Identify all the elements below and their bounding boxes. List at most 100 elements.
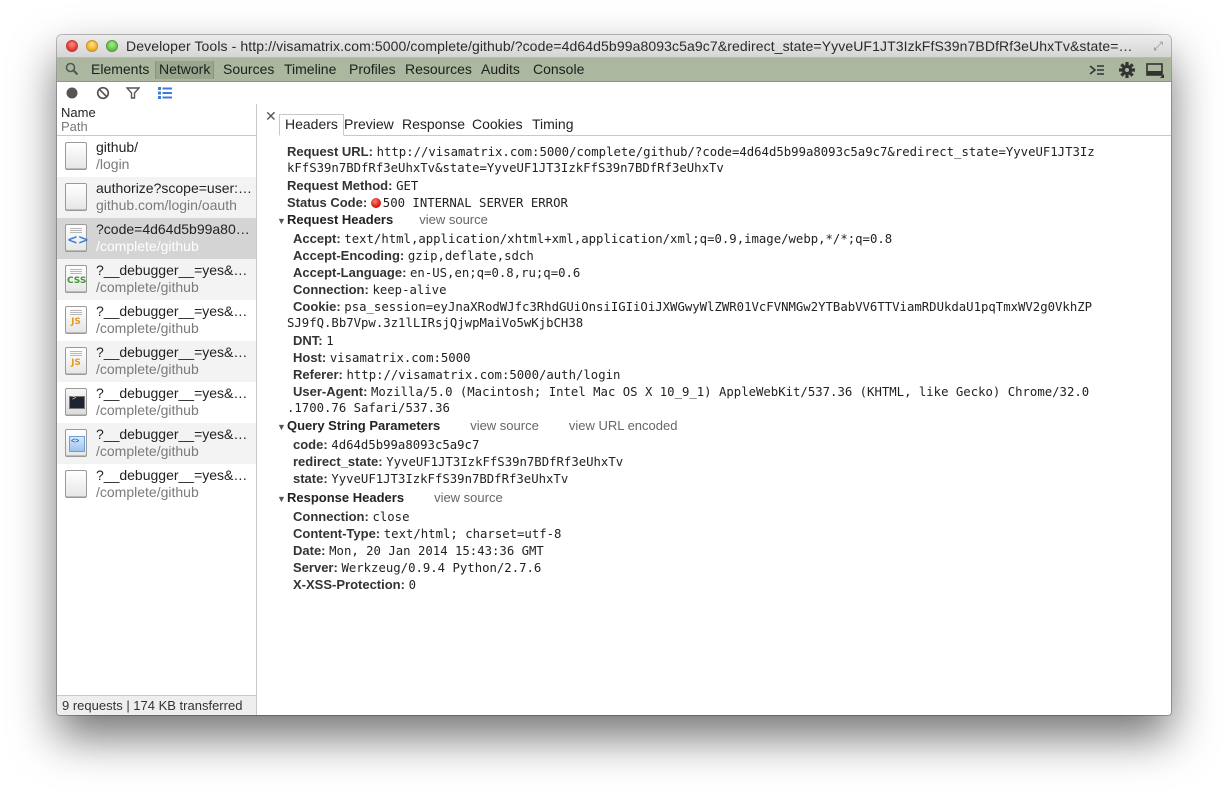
css-file-icon: CSS (65, 265, 87, 293)
tab-cookies[interactable]: Cookies (467, 115, 528, 135)
request-row[interactable]: CSS ?__debugger__=yes&cmd=resource&f=sty… (57, 259, 256, 300)
header-key: Status Code: (287, 195, 368, 210)
tab-console[interactable]: Console (530, 61, 587, 79)
fullscreen-icon[interactable]: ⤢ (1151, 39, 1165, 53)
request-row[interactable]: ?__debugger__=yes&cmd=resource&f=source.… (57, 423, 256, 464)
param-row: redirect_state: YyveUF1JT3IzkFfS39n7BDfR… (293, 454, 623, 469)
blank-file-icon (65, 470, 87, 498)
tab-headers[interactable]: Headers (279, 114, 344, 136)
param-value: 4d64d5b99a8093c5a9c7 (331, 438, 480, 452)
tab-timing[interactable]: Timing (527, 115, 579, 135)
request-row[interactable]: JS ?__debugger__=yes&cmd=resource&f=jque… (57, 300, 256, 341)
request-row[interactable]: ?__debugger__=yes&cmd=resource&f=console… (57, 382, 256, 423)
detail-tabs: Headers Preview Response Cookies Timing (279, 113, 1171, 136)
view-source-link[interactable]: view source (470, 418, 539, 433)
view-url-encoded-link[interactable]: view URL encoded (569, 418, 678, 433)
minimize-window-button[interactable] (86, 40, 98, 52)
query-params-section[interactable]: ▼Query String Parameters view source view … (277, 418, 677, 433)
tab-profiles[interactable]: Profiles (346, 61, 399, 79)
tab-response[interactable]: Response (397, 115, 470, 135)
clear-icon[interactable] (96, 86, 110, 100)
close-detail-icon[interactable]: ✕ (265, 108, 277, 125)
close-window-button[interactable] (66, 40, 78, 52)
zoom-window-button[interactable] (106, 40, 118, 52)
view-source-link[interactable]: view source (434, 490, 503, 505)
header-row: Connection: close (293, 509, 409, 524)
param-key: state: (293, 471, 328, 486)
request-path: /complete/github (96, 443, 199, 459)
status-code-value: 500 INTERNAL SERVER ERROR (382, 196, 568, 210)
html-file-icon: <> (65, 224, 89, 252)
request-method-value: GET (396, 179, 419, 193)
request-url-value: http://visamatrix.com:5000/complete/gith… (376, 145, 1095, 159)
search-icon[interactable] (65, 62, 79, 76)
disclosure-triangle-icon[interactable]: ▼ (277, 494, 287, 504)
column-path-label: Path (61, 119, 88, 134)
header-row: User-Agent: Mozilla/5.0 (Macintosh; Inte… (293, 384, 1089, 399)
header-value: text/html; charset=utf-8 (383, 527, 562, 541)
header-value: en-US,en;q=0.8,ru;q=0.6 (410, 266, 581, 280)
view-source-link[interactable]: view source (419, 212, 488, 227)
header-value: Mon, 20 Jan 2014 15:43:36 GMT (329, 544, 544, 558)
header-value-cont: SJ9fQ.Bb7Vpw.3z1lLIRsjQjwpMaiVo5wKjbCH38 (287, 316, 584, 330)
request-row[interactable]: JS ?__debugger__=yes&cmd=resource&f=debu… (57, 341, 256, 382)
request-row[interactable]: authorize?scope=user:email&state=... git… (57, 177, 256, 218)
settings-gear-icon[interactable] (1118, 62, 1136, 78)
request-row-selected[interactable]: <> ?code=4d64d5b99a8093c5a9c7&... /compl… (57, 218, 256, 259)
request-name: ?__debugger__=yes&cmd=resource&f=source.… (96, 426, 254, 442)
request-path: /complete/github (96, 320, 199, 336)
tab-sources[interactable]: Sources (220, 61, 277, 79)
request-path: /complete/github (96, 279, 199, 295)
tab-timeline[interactable]: Timeline (281, 61, 339, 79)
param-row: state: YyveUF1JT3IzkFfS39n7BDfRf3eUhxTv (293, 471, 568, 486)
tab-resources[interactable]: Resources (402, 61, 475, 79)
request-headers-section[interactable]: ▼Request Headers view source (277, 212, 488, 227)
request-row[interactable]: github/ /login (57, 136, 256, 177)
disclosure-triangle-icon[interactable]: ▼ (277, 216, 287, 226)
header-key: Content-Type: (293, 526, 381, 541)
tab-network[interactable]: Network (155, 61, 215, 79)
record-icon[interactable] (65, 86, 79, 100)
disclosure-triangle-icon[interactable]: ▼ (277, 422, 287, 432)
status-code-row: Status Code: 500 INTERNAL SERVER ERROR (287, 195, 568, 210)
header-row: Server: Werkzeug/0.9.4 Python/2.7.6 (293, 560, 541, 575)
request-url-value-cont: kFfS39n7BDfRf3eUhxTv&state=YyveUF1JT3Izk… (287, 161, 724, 175)
header-value: http://visamatrix.com:5000/auth/login (346, 368, 621, 382)
request-name: ?__debugger__=yes&cmd=resource&f=debugge… (96, 344, 254, 360)
header-row: Cookie: psa_session=eyJnaXRodWJfc3RhdGUi… (293, 299, 1092, 314)
request-path: /login (96, 156, 130, 172)
request-row[interactable]: ?__debugger__=yes&cmd=resource&f=ubuntu.… (57, 464, 256, 505)
header-row: Connection: keep-alive (293, 282, 447, 297)
request-name: authorize?scope=user:email&state=... (96, 180, 254, 196)
request-path: /complete/github (96, 484, 199, 500)
header-key: Request Method: (287, 178, 393, 193)
list-view-icon[interactable] (158, 86, 172, 100)
request-name: ?__debugger__=yes&cmd=resource&f=style.c… (96, 262, 254, 278)
request-name: ?__debugger__=yes&cmd=resource&f=jquery.… (96, 303, 254, 319)
request-path: /complete/github (96, 361, 199, 377)
tab-preview[interactable]: Preview (339, 115, 399, 135)
param-row: code: 4d64d5b99a8093c5a9c7 (293, 437, 479, 452)
response-headers-section[interactable]: ▼Response Headers view source (277, 490, 503, 505)
show-console-icon[interactable] (1088, 62, 1106, 78)
request-name: ?__debugger__=yes&cmd=resource&f=console… (96, 385, 254, 401)
request-name: ?__debugger__=yes&cmd=resource&f=ubuntu.… (96, 467, 254, 483)
network-summary: 9 requests | 174 KB transferred (57, 695, 256, 715)
request-path: /complete/github (96, 402, 199, 418)
window-title: Developer Tools - http://visamatrix.com:… (126, 38, 1141, 54)
dock-icon[interactable] (1146, 62, 1166, 78)
request-list-panel: Name Path github/ /login authorize?scope… (57, 104, 257, 715)
column-header[interactable]: Name Path (57, 104, 256, 136)
header-key: DNT: (293, 333, 323, 348)
header-value: 1 (326, 334, 334, 348)
tab-elements[interactable]: Elements (88, 61, 152, 79)
filter-icon[interactable] (126, 86, 140, 100)
tab-audits[interactable]: Audits (478, 61, 523, 79)
request-list: github/ /login authorize?scope=user:emai… (57, 136, 256, 505)
header-key: Cookie: (293, 299, 341, 314)
header-value: gzip,deflate,sdch (407, 249, 534, 263)
header-value: 0 (408, 578, 416, 592)
header-key: Connection: (293, 509, 369, 524)
header-value: Werkzeug/0.9.4 Python/2.7.6 (341, 561, 542, 575)
request-name: github/ (96, 139, 139, 155)
